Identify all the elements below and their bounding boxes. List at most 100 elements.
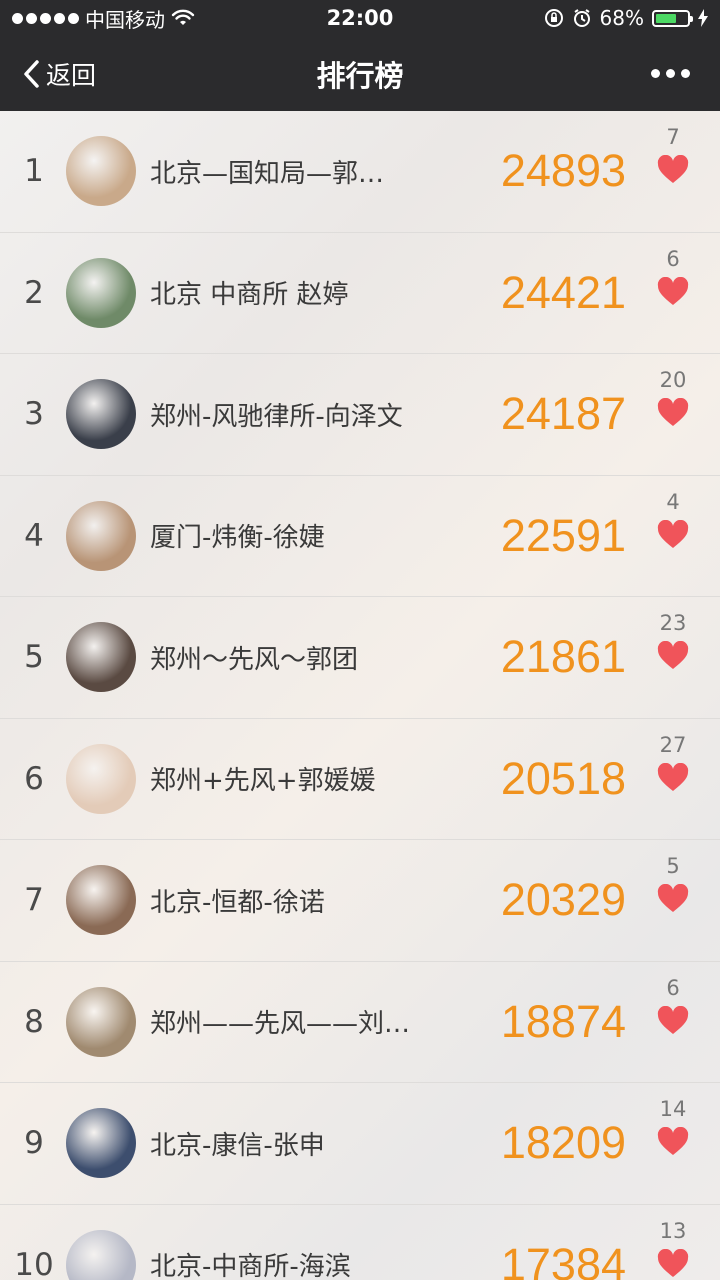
screen: 中国移动 22:00 68% 返回 排行榜 1 北京—国知局—郭… 24893 …	[0, 0, 720, 1280]
step-count: 20518	[500, 752, 626, 804]
user-name: 北京-中商所-海滨	[150, 1205, 435, 1280]
step-count: 21861	[500, 631, 626, 683]
heart-icon	[657, 884, 689, 912]
like-count: 7	[666, 125, 680, 149]
step-count: 17384	[500, 1238, 626, 1280]
user-name-text: 北京-康信-张申	[150, 1130, 325, 1161]
battery-percent: 68%	[599, 6, 644, 30]
heart-icon	[657, 762, 689, 791]
ranking-row[interactable]: 10 北京-中商所-海滨 17384 13	[0, 1205, 720, 1280]
like-button[interactable]: 13	[645, 1205, 701, 1280]
heart-icon	[657, 1005, 689, 1034]
rank-number: 2	[24, 274, 44, 311]
heart-icon	[657, 641, 689, 669]
step-count: 24187	[500, 388, 626, 440]
user-name-text: 郑州～先风～郭团	[150, 644, 359, 675]
rank-number: 1	[24, 153, 44, 190]
status-bar: 中国移动 22:00 68%	[0, 0, 720, 36]
ranking-row[interactable]: 3 郑州-风驰律所-向泽文 24187 20	[0, 354, 720, 476]
back-label: 返回	[46, 60, 97, 90]
step-count: 18209	[500, 1117, 626, 1169]
like-count: 5	[666, 854, 680, 878]
user-name-text: 北京-中商所-海滨	[150, 1252, 351, 1280]
rank-number: 3	[24, 396, 44, 433]
heart-icon	[657, 1127, 689, 1155]
like-button[interactable]: 6	[645, 962, 701, 1083]
charging-icon	[698, 9, 708, 27]
like-count: 6	[666, 246, 680, 271]
ranking-row[interactable]: 9 北京-康信-张申 18209 14	[0, 1083, 720, 1205]
rank-number: 7	[24, 882, 44, 919]
step-count: 24421	[500, 266, 626, 318]
back-button[interactable]: 返回	[22, 36, 96, 111]
avatar[interactable]	[66, 1108, 136, 1179]
like-count: 27	[659, 732, 687, 757]
heart-icon	[657, 1248, 689, 1277]
ranking-row[interactable]: 1 北京—国知局—郭… 24893 7	[0, 111, 720, 233]
user-name: 北京-恒都-徐诺	[150, 840, 435, 961]
heart-icon	[657, 155, 689, 183]
avatar[interactable]	[66, 743, 136, 814]
avatar[interactable]	[66, 622, 136, 693]
like-button[interactable]: 23	[645, 597, 701, 718]
avatar[interactable]	[66, 257, 136, 328]
like-button[interactable]: 4	[645, 476, 701, 597]
step-count: 20329	[500, 874, 626, 926]
heart-icon	[657, 276, 689, 305]
ranking-list: 1 北京—国知局—郭… 24893 7 2 北京 中商所 赵婷 24421 6 3 郑州-风驰律所…	[0, 111, 720, 1280]
heart-icon	[657, 519, 689, 548]
more-dot	[651, 69, 660, 78]
like-count: 6	[666, 975, 680, 1000]
ranking-row[interactable]: 5 郑州～先风～郭团 21861 23	[0, 597, 720, 719]
rank-number: 10	[14, 1246, 54, 1280]
avatar[interactable]	[66, 500, 136, 571]
user-name: 北京 中商所 赵婷	[150, 233, 435, 354]
like-button[interactable]: 14	[645, 1083, 701, 1204]
like-button[interactable]: 6	[645, 233, 701, 354]
ranking-row[interactable]: 6 郑州+先风+郭媛媛 20518 27	[0, 719, 720, 840]
avatar[interactable]	[66, 865, 136, 936]
avatar[interactable]	[66, 1229, 136, 1280]
status-right: 68%	[544, 0, 708, 36]
heart-icon	[657, 398, 689, 426]
avatar[interactable]	[66, 136, 136, 207]
rank-number: 8	[24, 1003, 44, 1040]
more-dot	[681, 69, 690, 78]
nav-bar: 返回 排行榜	[0, 36, 720, 111]
more-button[interactable]	[651, 36, 690, 111]
user-name-text: 北京-恒都-徐诺	[150, 887, 325, 918]
alarm-icon	[573, 9, 590, 27]
user-name-text: 郑州——先风——刘秀秀	[150, 1009, 435, 1040]
rank-number: 9	[24, 1125, 44, 1162]
user-name: 北京—国知局—郭…	[150, 111, 435, 232]
avatar[interactable]	[66, 986, 136, 1057]
chevron-left-icon	[24, 59, 39, 88]
user-name-text: 北京—国知局—郭…	[150, 158, 385, 189]
user-name-text: 北京 中商所 赵婷	[150, 280, 349, 311]
step-count: 22591	[500, 509, 626, 561]
rank-number: 5	[24, 639, 44, 676]
ranking-row[interactable]: 7 北京-恒都-徐诺 20329 5	[0, 840, 720, 962]
step-count: 18874	[500, 995, 626, 1047]
like-button[interactable]: 5	[645, 840, 701, 961]
like-button[interactable]: 20	[645, 354, 701, 475]
user-name: 北京-康信-张申	[150, 1083, 435, 1204]
ranking-row[interactable]: 4 厦门-炜衡-徐婕 22591 4	[0, 476, 720, 597]
user-name: 郑州+先风+郭媛媛	[150, 719, 435, 840]
like-button[interactable]: 27	[645, 719, 701, 840]
user-name: 郑州——先风——刘秀秀	[150, 962, 435, 1083]
rank-number: 4	[24, 517, 44, 554]
avatar[interactable]	[66, 379, 136, 450]
ranking-row[interactable]: 8 郑州——先风——刘秀秀 18874 6	[0, 962, 720, 1083]
like-count: 23	[659, 611, 687, 635]
user-name: 郑州-风驰律所-向泽文	[150, 354, 435, 475]
rank-number: 6	[24, 760, 44, 797]
user-name-text: 厦门-炜衡-徐婕	[150, 523, 325, 554]
page-title: 排行榜	[316, 58, 404, 93]
more-dot	[666, 69, 675, 78]
like-count: 4	[666, 489, 680, 514]
battery-icon	[652, 9, 693, 27]
ranking-row[interactable]: 2 北京 中商所 赵婷 24421 6	[0, 233, 720, 354]
step-count: 24893	[500, 145, 626, 197]
like-button[interactable]: 7	[645, 111, 701, 232]
